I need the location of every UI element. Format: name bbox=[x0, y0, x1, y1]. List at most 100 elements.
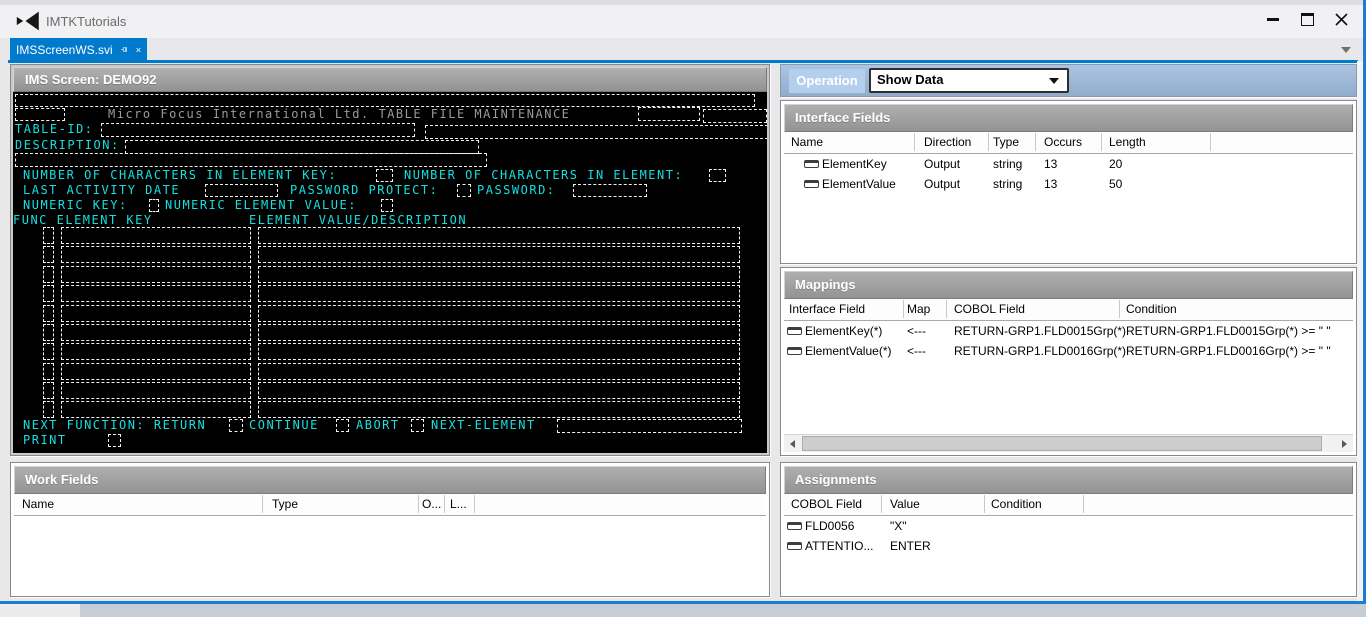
cell-map: <--- bbox=[907, 344, 926, 358]
column-header-occurs[interactable]: Occurs bbox=[1044, 135, 1082, 149]
ims-label-element-value-desc: ELEMENT VALUE/DESCRIPTION bbox=[249, 213, 467, 227]
column-header-type[interactable]: Type bbox=[993, 135, 1019, 149]
ims-field-box[interactable] bbox=[43, 382, 54, 399]
ims-field-box[interactable] bbox=[61, 266, 251, 283]
column-header-length[interactable]: Length bbox=[1109, 135, 1146, 149]
ims-field-box[interactable] bbox=[258, 401, 740, 418]
pin-icon[interactable] bbox=[121, 43, 127, 56]
column-header-condition[interactable]: Condition bbox=[1126, 302, 1177, 316]
column-header-name[interactable]: Name bbox=[791, 135, 823, 149]
table-row[interactable]: ElementValue Output string 13 50 bbox=[784, 174, 1353, 194]
cell-value: "X" bbox=[890, 519, 907, 533]
cell-direction: Output bbox=[924, 157, 960, 171]
column-header-occurs[interactable]: O... bbox=[422, 497, 441, 511]
ims-field-box[interactable] bbox=[15, 108, 65, 121]
ims-field-box[interactable] bbox=[258, 305, 740, 322]
ims-field-box[interactable] bbox=[381, 199, 393, 212]
ims-field-box[interactable] bbox=[61, 363, 251, 380]
ims-field-box[interactable] bbox=[43, 285, 54, 302]
ims-field-box[interactable] bbox=[258, 285, 740, 302]
ims-field-box[interactable] bbox=[703, 109, 767, 123]
ims-field-box[interactable] bbox=[258, 382, 740, 399]
work-fields-column-headers: Name Type O... L... bbox=[14, 494, 766, 516]
tab-imsscreenws[interactable]: IMSScreenWS.svi bbox=[10, 38, 147, 61]
column-header-name[interactable]: Name bbox=[22, 497, 54, 511]
ims-field-box[interactable] bbox=[258, 246, 740, 263]
ims-field-box[interactable] bbox=[61, 305, 251, 322]
cell-cobol-field: RETURN-GRP1.FLD0016Grp(*) bbox=[954, 344, 1126, 358]
ims-field-box[interactable] bbox=[43, 227, 54, 244]
cell-interface-field: ElementKey(*) bbox=[805, 324, 882, 338]
column-header-direction[interactable]: Direction bbox=[924, 135, 971, 149]
ims-field-box[interactable] bbox=[43, 401, 54, 418]
minimize-icon bbox=[1267, 18, 1279, 21]
ims-field-box[interactable] bbox=[125, 140, 479, 154]
ims-field-box[interactable] bbox=[15, 153, 487, 167]
ims-field-box[interactable] bbox=[425, 125, 767, 139]
cell-cobol-field: RETURN-GRP1.FLD0015Grp(*) bbox=[954, 324, 1126, 338]
scrollbar-thumb[interactable] bbox=[802, 436, 1322, 451]
tab-close-icon[interactable] bbox=[136, 45, 141, 55]
table-row[interactable]: ElementKey(*) <--- RETURN-GRP1.FLD0015Gr… bbox=[784, 321, 1353, 341]
horizontal-scrollbar[interactable] bbox=[784, 434, 1353, 452]
ims-field-box[interactable] bbox=[61, 285, 251, 302]
ims-field-box[interactable] bbox=[61, 382, 251, 399]
column-header-condition[interactable]: Condition bbox=[991, 497, 1042, 511]
ims-field-box[interactable] bbox=[457, 184, 471, 197]
ims-field-box[interactable] bbox=[229, 419, 243, 432]
ims-field-box[interactable] bbox=[43, 343, 54, 360]
ims-field-box[interactable] bbox=[376, 169, 393, 182]
cell-condition: RETURN-GRP1.FLD0015Grp(*) >= " " bbox=[1126, 324, 1331, 338]
ims-field-box[interactable] bbox=[15, 94, 755, 107]
scroll-right-button[interactable] bbox=[1336, 435, 1353, 452]
ims-field-box[interactable] bbox=[43, 266, 54, 283]
ims-field-box[interactable] bbox=[709, 169, 726, 182]
ims-field-box[interactable] bbox=[101, 123, 415, 137]
column-header-cobol-field[interactable]: COBOL Field bbox=[791, 497, 862, 511]
ims-field-box[interactable] bbox=[61, 343, 251, 360]
ims-field-box[interactable] bbox=[61, 227, 251, 244]
mappings-panel: Mappings Interface Field Map COBOL Field… bbox=[780, 267, 1357, 456]
ims-field-box[interactable] bbox=[336, 419, 349, 432]
ims-field-box[interactable] bbox=[205, 184, 278, 197]
ims-field-box[interactable] bbox=[61, 246, 251, 263]
ims-field-box[interactable] bbox=[557, 419, 742, 433]
tab-overflow-chevron-icon[interactable] bbox=[1341, 47, 1351, 53]
column-header-cobol-field[interactable]: COBOL Field bbox=[954, 302, 1025, 316]
table-row[interactable]: ATTENTIO... ENTER bbox=[784, 536, 1353, 556]
cell-condition: RETURN-GRP1.FLD0016Grp(*) >= " " bbox=[1126, 344, 1331, 358]
ims-field-box[interactable] bbox=[149, 199, 159, 212]
ims-field-box[interactable] bbox=[43, 363, 54, 380]
ims-field-box[interactable] bbox=[61, 324, 251, 341]
close-button[interactable] bbox=[1324, 6, 1358, 32]
scroll-left-button[interactable] bbox=[784, 435, 801, 452]
ims-field-box[interactable] bbox=[258, 343, 740, 360]
minimize-button[interactable] bbox=[1256, 6, 1290, 32]
column-header-interface-field[interactable]: Interface Field bbox=[789, 302, 865, 316]
ims-title-text: Micro Focus International Ltd. TABLE FIL… bbox=[108, 107, 570, 121]
ims-field-box[interactable] bbox=[43, 305, 54, 322]
ims-screen-canvas[interactable]: Micro Focus International Ltd. TABLE FIL… bbox=[13, 92, 767, 453]
ims-field-box[interactable] bbox=[258, 227, 740, 244]
table-row[interactable]: ElementKey Output string 13 20 bbox=[784, 154, 1353, 174]
table-row[interactable]: FLD0056 "X" bbox=[784, 516, 1353, 536]
table-row[interactable]: ElementValue(*) <--- RETURN-GRP1.FLD0016… bbox=[784, 341, 1353, 361]
cell-occurs: 13 bbox=[1044, 157, 1057, 171]
operation-label: Operation bbox=[789, 69, 865, 93]
column-header-value[interactable]: Value bbox=[890, 497, 920, 511]
column-header-type[interactable]: Type bbox=[272, 497, 298, 511]
ims-field-box[interactable] bbox=[411, 419, 424, 432]
column-header-length[interactable]: L... bbox=[450, 497, 467, 511]
ims-field-box[interactable] bbox=[258, 324, 740, 341]
ims-field-box[interactable] bbox=[573, 184, 647, 197]
ims-field-box[interactable] bbox=[61, 401, 251, 418]
operation-select[interactable]: Show Data bbox=[869, 68, 1069, 93]
ims-field-box[interactable] bbox=[108, 434, 121, 447]
ims-field-box[interactable] bbox=[43, 324, 54, 341]
maximize-button[interactable] bbox=[1290, 6, 1324, 32]
ims-field-box[interactable] bbox=[258, 266, 740, 283]
ims-field-box[interactable] bbox=[638, 107, 700, 121]
ims-field-box[interactable] bbox=[43, 246, 54, 263]
ims-field-box[interactable] bbox=[258, 363, 740, 380]
column-header-map[interactable]: Map bbox=[907, 302, 930, 316]
